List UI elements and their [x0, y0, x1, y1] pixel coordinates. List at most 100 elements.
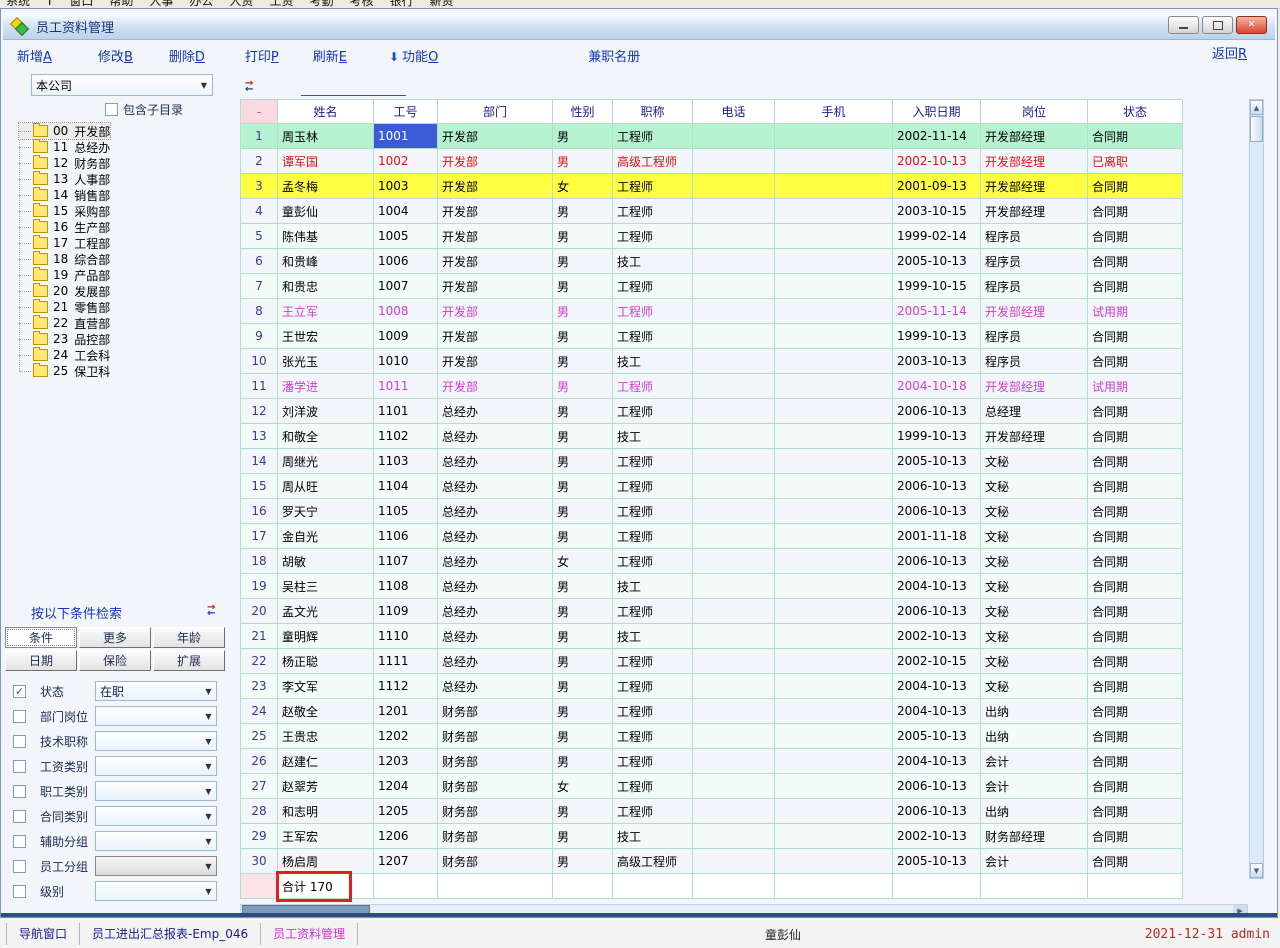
- table-cell[interactable]: 总经办: [438, 449, 553, 474]
- table-cell[interactable]: 技工: [613, 249, 693, 274]
- table-cell[interactable]: 1104: [374, 474, 438, 499]
- filter-select[interactable]: ▼: [95, 856, 217, 876]
- vertical-scroll-thumb[interactable]: [1250, 116, 1263, 142]
- table-cell[interactable]: 1202: [374, 724, 438, 749]
- table-cell[interactable]: 15: [240, 474, 278, 499]
- table-cell[interactable]: 2005-10-13: [893, 849, 981, 874]
- table-row[interactable]: 21童明辉1110总经办男技工2002-10-13文秘合同期: [240, 624, 1247, 649]
- table-cell[interactable]: 1204: [374, 774, 438, 799]
- table-cell[interactable]: 工程师: [613, 449, 693, 474]
- table-cell[interactable]: 2: [240, 149, 278, 174]
- company-select[interactable]: 本公司 ▼: [31, 74, 213, 96]
- table-cell[interactable]: 文秘: [981, 449, 1088, 474]
- table-cell[interactable]: 9: [240, 324, 278, 349]
- table-cell[interactable]: 和贵忠: [278, 274, 374, 299]
- filter-checkbox[interactable]: [13, 785, 26, 798]
- table-cell[interactable]: 合同期: [1088, 524, 1183, 549]
- table-cell[interactable]: 2005-11-14: [893, 299, 981, 324]
- table-cell[interactable]: 工程师: [613, 724, 693, 749]
- table-cell[interactable]: 总经办: [438, 474, 553, 499]
- table-cell[interactable]: 开发部经理: [981, 424, 1088, 449]
- table-cell[interactable]: 程序员: [981, 224, 1088, 249]
- tree-item-13[interactable]: 13人事部: [19, 171, 110, 187]
- table-cell[interactable]: 1109: [374, 599, 438, 624]
- table-cell[interactable]: 男: [553, 399, 613, 424]
- filter-select[interactable]: ▼: [95, 756, 217, 776]
- table-cell[interactable]: 2003-10-15: [893, 199, 981, 224]
- filter-button-年龄[interactable]: 年龄: [153, 627, 225, 648]
- table-cell[interactable]: 孟文光: [278, 599, 374, 624]
- table-cell[interactable]: 1206: [374, 824, 438, 849]
- table-cell[interactable]: [693, 674, 775, 699]
- table-cell[interactable]: 1205: [374, 799, 438, 824]
- table-cell[interactable]: 1999-10-15: [893, 274, 981, 299]
- table-cell[interactable]: 1108: [374, 574, 438, 599]
- table-cell[interactable]: 潘学进: [278, 374, 374, 399]
- table-row[interactable]: 7和贵忠1007开发部男工程师1999-10-15程序员合同期: [240, 274, 1247, 299]
- table-cell[interactable]: 1203: [374, 749, 438, 774]
- table-cell[interactable]: 工程师: [613, 524, 693, 549]
- table-cell[interactable]: 10: [240, 349, 278, 374]
- table-cell[interactable]: 陈伟基: [278, 224, 374, 249]
- table-cell[interactable]: 工程师: [613, 174, 693, 199]
- table-row[interactable]: 5陈伟基1005开发部男工程师1999-02-14程序员合同期: [240, 224, 1247, 249]
- table-cell[interactable]: [775, 849, 893, 874]
- table-cell[interactable]: 1110: [374, 624, 438, 649]
- table-cell[interactable]: [775, 424, 893, 449]
- table-cell[interactable]: [775, 224, 893, 249]
- toolbar-refresh-button[interactable]: 刷新E: [313, 46, 347, 65]
- table-cell[interactable]: 20: [240, 599, 278, 624]
- table-cell[interactable]: [693, 524, 775, 549]
- filter-checkbox[interactable]: [13, 710, 26, 723]
- table-cell[interactable]: 合同期: [1088, 124, 1183, 149]
- tree-item-17[interactable]: 17工程部: [19, 235, 110, 251]
- table-cell[interactable]: 开发部: [438, 149, 553, 174]
- swap-columns-icon[interactable]: →←: [245, 81, 261, 93]
- table-cell[interactable]: 2001-11-18: [893, 524, 981, 549]
- table-cell[interactable]: 开发部: [438, 224, 553, 249]
- filter-checkbox[interactable]: [13, 860, 26, 873]
- table-cell[interactable]: 赵建仁: [278, 749, 374, 774]
- table-cell[interactable]: [775, 724, 893, 749]
- table-cell[interactable]: [775, 624, 893, 649]
- table-cell[interactable]: 总经办: [438, 399, 553, 424]
- header-cell[interactable]: -: [240, 99, 278, 124]
- table-cell[interactable]: [775, 174, 893, 199]
- table-cell[interactable]: 2006-10-13: [893, 599, 981, 624]
- table-row[interactable]: 8王立军1008开发部男工程师2005-11-14开发部经理试用期: [240, 299, 1247, 324]
- table-cell[interactable]: 2004-10-13: [893, 749, 981, 774]
- table-cell[interactable]: 工程师: [613, 324, 693, 349]
- table-cell[interactable]: 合同期: [1088, 399, 1183, 424]
- table-row[interactable]: 12刘洋波1101总经办男工程师2006-10-13总经理合同期: [240, 399, 1247, 424]
- table-cell[interactable]: 2006-10-13: [893, 799, 981, 824]
- table-row[interactable]: 6和贵峰1006开发部男技工2005-10-13程序员合同期: [240, 249, 1247, 274]
- table-cell[interactable]: 总经办: [438, 424, 553, 449]
- table-cell[interactable]: 18: [240, 549, 278, 574]
- table-cell[interactable]: 合同期: [1088, 349, 1183, 374]
- table-cell[interactable]: 合同期: [1088, 624, 1183, 649]
- table-cell[interactable]: 总经办: [438, 574, 553, 599]
- table-cell[interactable]: [775, 699, 893, 724]
- menu-item[interactable]: 人资: [229, 0, 253, 8]
- table-cell[interactable]: 工程师: [613, 549, 693, 574]
- table-cell[interactable]: 1101: [374, 399, 438, 424]
- table-cell[interactable]: 2002-10-15: [893, 649, 981, 674]
- table-cell[interactable]: 工程师: [613, 374, 693, 399]
- table-cell[interactable]: [775, 374, 893, 399]
- table-cell[interactable]: 文秘: [981, 574, 1088, 599]
- table-cell[interactable]: 出纳: [981, 699, 1088, 724]
- table-cell[interactable]: 孟冬梅: [278, 174, 374, 199]
- table-cell[interactable]: 工程师: [613, 474, 693, 499]
- menu-item[interactable]: 办公: [189, 0, 213, 8]
- table-row[interactable]: 18胡敏1107总经办女工程师2006-10-13文秘合同期: [240, 549, 1247, 574]
- table-row[interactable]: 9王世宏1009开发部男工程师1999-10-13程序员合同期: [240, 324, 1247, 349]
- include-sub-checkbox[interactable]: [105, 103, 118, 116]
- table-cell[interactable]: 吴柱三: [278, 574, 374, 599]
- table-cell[interactable]: 文秘: [981, 524, 1088, 549]
- vertical-scrollbar[interactable]: ▲ ▼: [1249, 99, 1264, 879]
- table-cell[interactable]: 合同期: [1088, 699, 1183, 724]
- table-cell[interactable]: 女: [553, 174, 613, 199]
- swap-panel-icon[interactable]: →←: [207, 605, 223, 617]
- table-cell[interactable]: [693, 299, 775, 324]
- table-cell[interactable]: 总经理: [981, 399, 1088, 424]
